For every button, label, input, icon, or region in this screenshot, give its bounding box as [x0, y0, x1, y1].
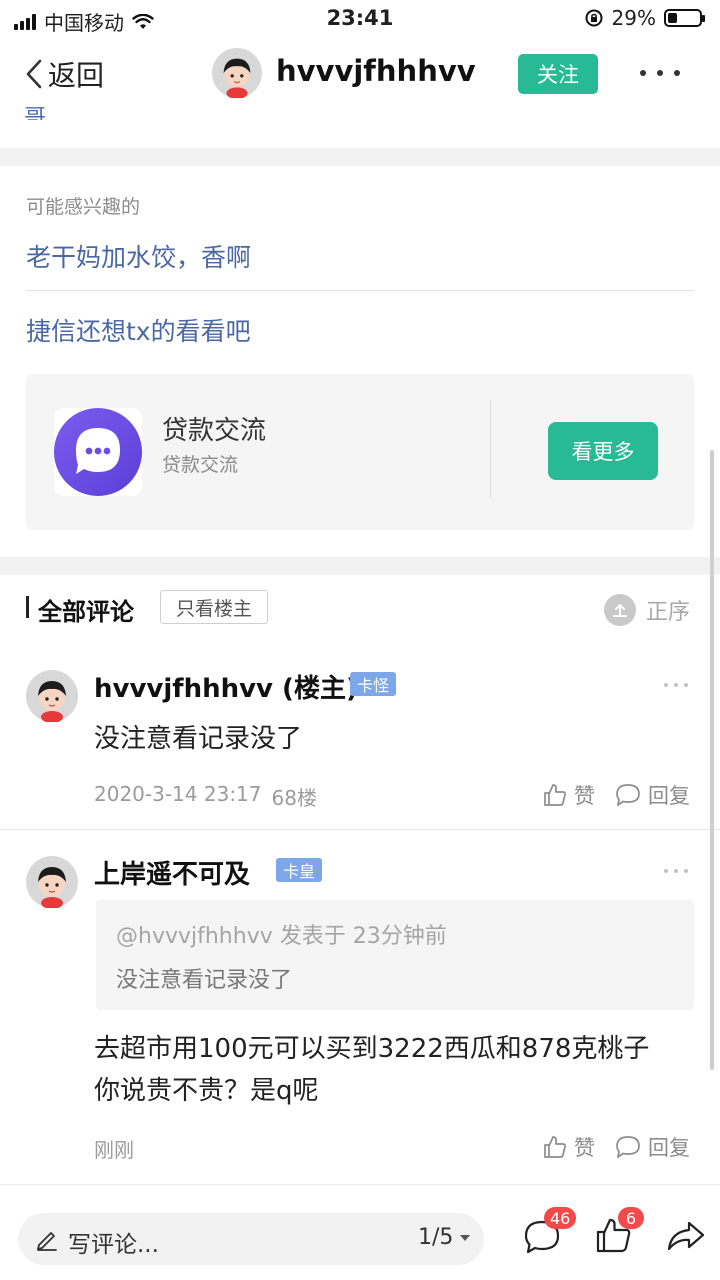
- avatar[interactable]: [26, 856, 78, 908]
- battery-percent: 29%: [611, 6, 656, 30]
- like-label: 赞: [574, 784, 595, 808]
- avatar[interactable]: [26, 670, 78, 722]
- page-selector[interactable]: 1/5: [418, 1225, 471, 1250]
- comment-input[interactable]: 写评论... 1/5: [18, 1213, 484, 1265]
- quote-meta: @hvvvjfhhhvv 发表于 23分钟前: [116, 924, 447, 949]
- section-separator: [0, 557, 720, 575]
- avatar[interactable]: [212, 48, 262, 98]
- nav-bar: 返回 hvvvjfhhhvv 关注: [0, 38, 720, 110]
- forum-card[interactable]: 贷款交流 贷款交流 看更多: [26, 374, 694, 530]
- bottom-bar: 写评论... 1/5 46 6: [0, 1184, 720, 1280]
- comments-title: 全部评论: [38, 598, 134, 626]
- sort-button[interactable]: 正序: [604, 594, 690, 626]
- thumbs-up-icon: [544, 1136, 566, 1158]
- comment-text-line: 你说贵不贵？是q呢: [94, 1076, 319, 1106]
- clipped-post-text: 哥: [24, 106, 47, 120]
- thumbs-up-icon: [544, 784, 566, 806]
- more-options-icon[interactable]: [664, 680, 688, 690]
- battery-icon: [664, 9, 705, 27]
- back-button[interactable]: 返回: [24, 54, 104, 94]
- follow-button[interactable]: 关注: [518, 54, 598, 94]
- share-arrow-icon: [667, 1221, 705, 1251]
- comment-text-line: 去超市用100元可以买到3222西瓜和878克桃子: [94, 1034, 650, 1064]
- pencil-icon: [37, 1232, 57, 1251]
- divider: [26, 290, 694, 291]
- battery-level: [668, 13, 677, 23]
- level-badge: 卡皇: [276, 858, 323, 882]
- quoted-comment[interactable]: @hvvvjfhhhvv 发表于 23分钟前 没注意看记录没了: [96, 900, 694, 1010]
- section-marker: [26, 596, 29, 618]
- comment-meta: 2020-3-14 23:17 68楼: [94, 782, 317, 811]
- section-separator: [0, 148, 720, 166]
- comment-username[interactable]: hvvvjfhhhvv (楼主): [94, 668, 358, 705]
- like-label: 赞: [574, 1136, 595, 1160]
- caret-down-icon: [460, 1234, 471, 1241]
- share-button[interactable]: [664, 1213, 708, 1257]
- page-indicator: 1/5: [418, 1225, 454, 1250]
- forum-subtitle: 贷款交流: [162, 454, 239, 476]
- more-options-icon[interactable]: [664, 866, 688, 876]
- scrollbar[interactable]: [710, 450, 714, 1070]
- chevron-left-icon: [26, 59, 42, 89]
- comment-username[interactable]: 上岸遥不可及: [94, 854, 250, 891]
- comment-time: 刚刚: [94, 1138, 134, 1162]
- level-badge: 卡怪: [350, 672, 397, 696]
- comment-count-badge: 46: [544, 1207, 577, 1229]
- interested-link[interactable]: 捷信还想tx的看看吧: [26, 312, 251, 348]
- reply-button[interactable]: 回复: [614, 780, 690, 810]
- back-label: 返回: [48, 59, 105, 92]
- see-more-button[interactable]: 看更多: [548, 422, 658, 480]
- comment-text: 去超市用100元可以买到3222西瓜和878克桃子 你说贵不贵？是q呢: [94, 1028, 649, 1112]
- divider: [490, 400, 491, 498]
- sort-label: 正序: [646, 600, 691, 625]
- reply-button[interactable]: 回复: [614, 1132, 690, 1162]
- sort-icon: [604, 594, 636, 626]
- like-count-badge: 6: [618, 1207, 644, 1229]
- status-right: 29%: [584, 6, 705, 30]
- chat-bubble-icon: [54, 408, 142, 496]
- comment-floor: 68楼: [271, 786, 317, 810]
- like-button[interactable]: 赞: [542, 1132, 595, 1162]
- reply-bubble-icon: [616, 1136, 640, 1158]
- comment-input-placeholder: 写评论...: [68, 1232, 159, 1258]
- reply-bubble-icon: [616, 784, 640, 806]
- like-button[interactable]: 赞: [542, 780, 595, 810]
- interested-title: 可能感兴趣的: [26, 196, 141, 218]
- comment-time: 2020-3-14 23:17: [94, 782, 262, 806]
- interested-link[interactable]: 老干妈加水饺，香啊: [26, 238, 251, 274]
- reply-label: 回复: [648, 1136, 690, 1160]
- forum-name: 贷款交流: [162, 416, 267, 446]
- divider: [0, 829, 720, 830]
- forum-icon: [54, 408, 142, 496]
- nav-username[interactable]: hvvvjfhhhvv: [276, 54, 476, 88]
- rotation-lock-icon: [585, 9, 603, 27]
- reply-label: 回复: [648, 784, 690, 808]
- quote-text: 没注意看记录没了: [116, 968, 293, 993]
- status-bar: 中国移动 23:41 29%: [0, 0, 720, 38]
- only-op-button[interactable]: 只看楼主: [160, 590, 268, 624]
- more-options-icon[interactable]: [640, 58, 680, 88]
- comment-text: 没注意看记录没了: [94, 724, 303, 754]
